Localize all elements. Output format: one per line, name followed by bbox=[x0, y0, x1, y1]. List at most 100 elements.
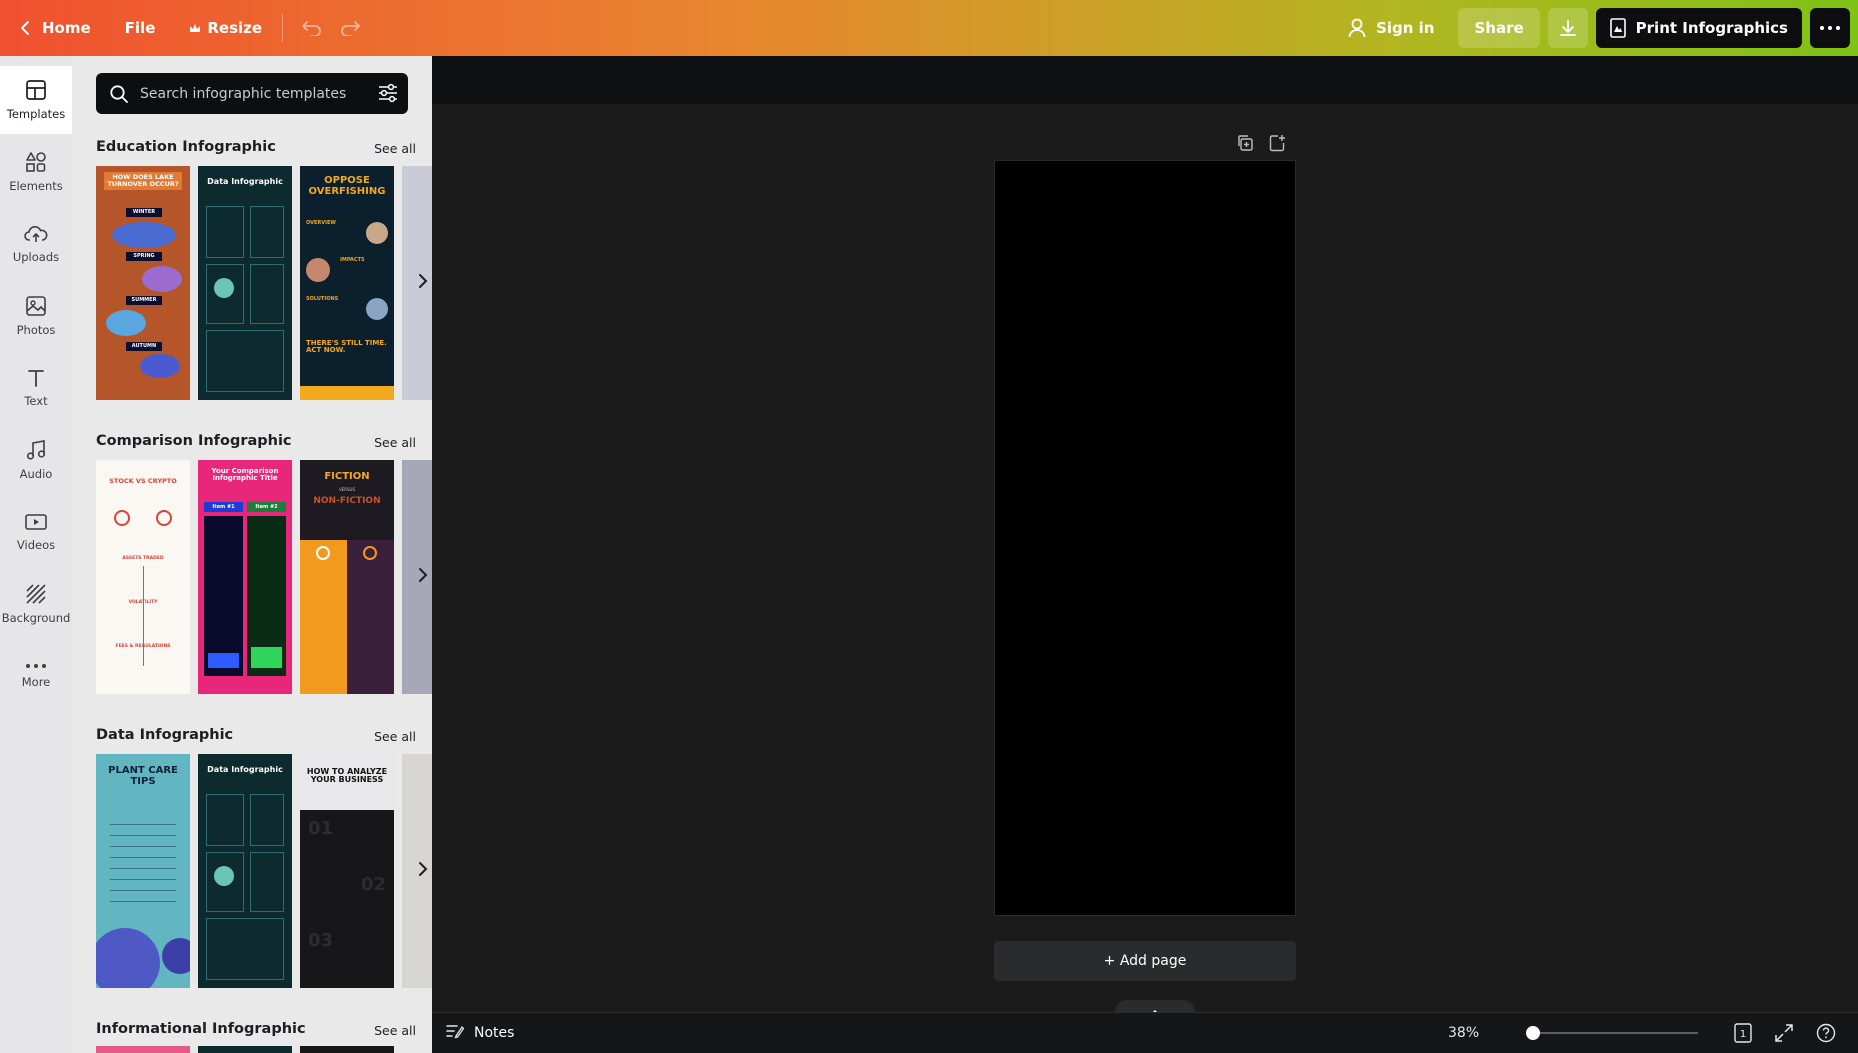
chart-graphic bbox=[208, 630, 239, 668]
template-thumbnail[interactable]: HOW DOES LAKE TURNOVER OCCUR? WINTER SPR… bbox=[96, 166, 190, 400]
context-toolbar bbox=[432, 56, 1858, 104]
page-navigator-toggle[interactable] bbox=[1115, 1000, 1195, 1016]
chevron-right-icon bbox=[418, 861, 428, 881]
see-all-link[interactable]: See all bbox=[374, 1023, 416, 1038]
see-all-link[interactable]: See all bbox=[374, 141, 416, 156]
more-options-button[interactable] bbox=[1810, 8, 1850, 48]
photos-icon bbox=[25, 295, 47, 317]
print-infographics-button[interactable]: Print Infographics bbox=[1595, 8, 1802, 48]
rail-item-text[interactable]: Text bbox=[0, 354, 72, 422]
template-thumbnail[interactable] bbox=[300, 1046, 394, 1053]
stock-icon bbox=[114, 510, 130, 526]
more-dots-icon bbox=[1820, 26, 1840, 30]
thumb-title: Your Comparison Infographic Title bbox=[211, 467, 279, 483]
page-count-value: 1 bbox=[1740, 1029, 1746, 1040]
rail-label: Uploads bbox=[12, 250, 60, 264]
filter-sliders-icon[interactable] bbox=[377, 83, 399, 107]
thumb-title: OPPOSE OVERFISHING bbox=[308, 175, 386, 197]
rail-item-audio[interactable]: Audio bbox=[0, 426, 72, 494]
carousel-next-button[interactable] bbox=[414, 564, 432, 590]
template-thumbnail[interactable] bbox=[96, 1046, 190, 1053]
lake-illustration bbox=[112, 222, 176, 248]
template-thumbnail[interactable]: Data Infographic bbox=[198, 754, 292, 988]
rail-item-background[interactable]: Background bbox=[0, 570, 72, 638]
chevron-right-icon bbox=[418, 567, 428, 587]
resize-button[interactable]: Resize bbox=[179, 10, 272, 46]
video-icon bbox=[24, 512, 48, 532]
help-icon[interactable] bbox=[1816, 1023, 1836, 1047]
season-label: AUTUMN bbox=[126, 342, 162, 351]
template-thumbnail[interactable] bbox=[198, 1046, 292, 1053]
tips-list bbox=[110, 814, 176, 904]
section-title: Comparison Infographic bbox=[96, 433, 292, 449]
thumb-title: HOW TO ANALYZE YOUR BUSINESS bbox=[306, 767, 388, 785]
redo-icon bbox=[339, 20, 361, 36]
see-all-link[interactable]: See all bbox=[374, 435, 416, 450]
footer-bar: Notes 38% 1 bbox=[432, 1012, 1858, 1053]
rail-item-videos[interactable]: Videos bbox=[0, 498, 72, 566]
crown-icon bbox=[189, 23, 201, 34]
rail-label: Elements bbox=[9, 179, 63, 193]
add-page-button[interactable]: + Add page bbox=[994, 941, 1296, 981]
share-label: Share bbox=[1474, 19, 1524, 37]
share-button[interactable]: Share bbox=[1458, 8, 1540, 48]
thumb-label: NON-FICTION bbox=[313, 496, 381, 506]
top-bar-left: Home File Resize bbox=[16, 10, 369, 46]
rail-item-templates[interactable]: Templates bbox=[0, 66, 72, 134]
rail-item-more[interactable]: More bbox=[0, 642, 72, 710]
home-button[interactable]: Home bbox=[16, 10, 101, 46]
rail-label: Photos bbox=[16, 323, 56, 337]
pie-graphic bbox=[214, 278, 234, 298]
carousel-next-button[interactable] bbox=[414, 270, 432, 296]
top-bar-right: Sign in Share Print Infographics bbox=[1338, 8, 1850, 48]
carousel-next-button[interactable] bbox=[414, 858, 432, 884]
section-header: Education Infographic See all bbox=[96, 136, 416, 160]
add-page-label: + Add page bbox=[1103, 953, 1187, 969]
thumb-label: IMPACTS bbox=[340, 257, 365, 263]
notes-button[interactable]: Notes bbox=[446, 1023, 514, 1043]
rail-item-photos[interactable]: Photos bbox=[0, 282, 72, 350]
see-all-link[interactable]: See all bbox=[374, 729, 416, 744]
zoom-slider-handle[interactable] bbox=[1526, 1026, 1541, 1040]
template-thumbnail[interactable]: HOW TO ANALYZE YOUR BUSINESS 01 02 03 bbox=[300, 754, 394, 988]
design-page[interactable] bbox=[994, 160, 1296, 916]
section-title: Informational Infographic bbox=[96, 1021, 306, 1037]
data-card bbox=[250, 794, 284, 846]
sign-in-button[interactable]: Sign in bbox=[1338, 8, 1444, 48]
print-icon bbox=[1609, 18, 1626, 38]
search-input[interactable] bbox=[140, 73, 360, 114]
template-thumbnail[interactable]: FICTION VERSUS NON-FICTION bbox=[300, 460, 394, 694]
lake-illustration bbox=[142, 266, 182, 292]
data-card bbox=[206, 330, 284, 392]
redo-button[interactable] bbox=[331, 10, 369, 46]
zoom-level[interactable]: 38% bbox=[1448, 1025, 1479, 1041]
template-thumbnail[interactable]: Data Infographic bbox=[198, 166, 292, 400]
template-thumbnail[interactable]: STOCK VS CRYPTO ASSETS TRADED VOLATILITY… bbox=[96, 460, 190, 694]
file-menu-button[interactable]: File bbox=[115, 10, 166, 46]
page-count-button[interactable]: 1 bbox=[1732, 1023, 1754, 1047]
zoom-slider[interactable] bbox=[1526, 1026, 1698, 1040]
duplicate-page-icon[interactable] bbox=[1236, 134, 1254, 156]
template-thumbnail[interactable]: Your Comparison Infographic Title Item #… bbox=[198, 460, 292, 694]
template-thumbnail[interactable]: PLANT CARE TIPS bbox=[96, 754, 190, 988]
lake-illustration bbox=[106, 310, 146, 336]
fullscreen-icon[interactable] bbox=[1774, 1023, 1794, 1047]
thumb-label: ASSETS TRADED bbox=[122, 556, 164, 561]
rail-item-uploads[interactable]: Uploads bbox=[0, 210, 72, 278]
chevron-left-icon bbox=[20, 20, 30, 36]
template-carousel: HOW DOES LAKE TURNOVER OCCUR? WINTER SPR… bbox=[96, 166, 432, 400]
rail-item-elements[interactable]: Elements bbox=[0, 138, 72, 206]
notes-icon bbox=[446, 1023, 465, 1043]
add-page-icon[interactable] bbox=[1268, 134, 1286, 156]
template-thumbnail[interactable]: OPPOSE OVERFISHING OVERVIEW IMPACTS SOLU… bbox=[300, 166, 394, 400]
thumb-label: SOLUTIONS bbox=[306, 296, 339, 302]
season-label: SUMMER bbox=[126, 296, 162, 305]
chart-graphic bbox=[251, 630, 282, 668]
download-button[interactable] bbox=[1547, 8, 1588, 48]
undo-button[interactable] bbox=[293, 10, 331, 46]
comparison-column bbox=[300, 540, 347, 694]
download-icon bbox=[1559, 19, 1577, 37]
file-label: File bbox=[124, 19, 156, 37]
thumb-label: 01 bbox=[308, 818, 334, 839]
thumb-title: Data Infographic bbox=[207, 765, 283, 774]
